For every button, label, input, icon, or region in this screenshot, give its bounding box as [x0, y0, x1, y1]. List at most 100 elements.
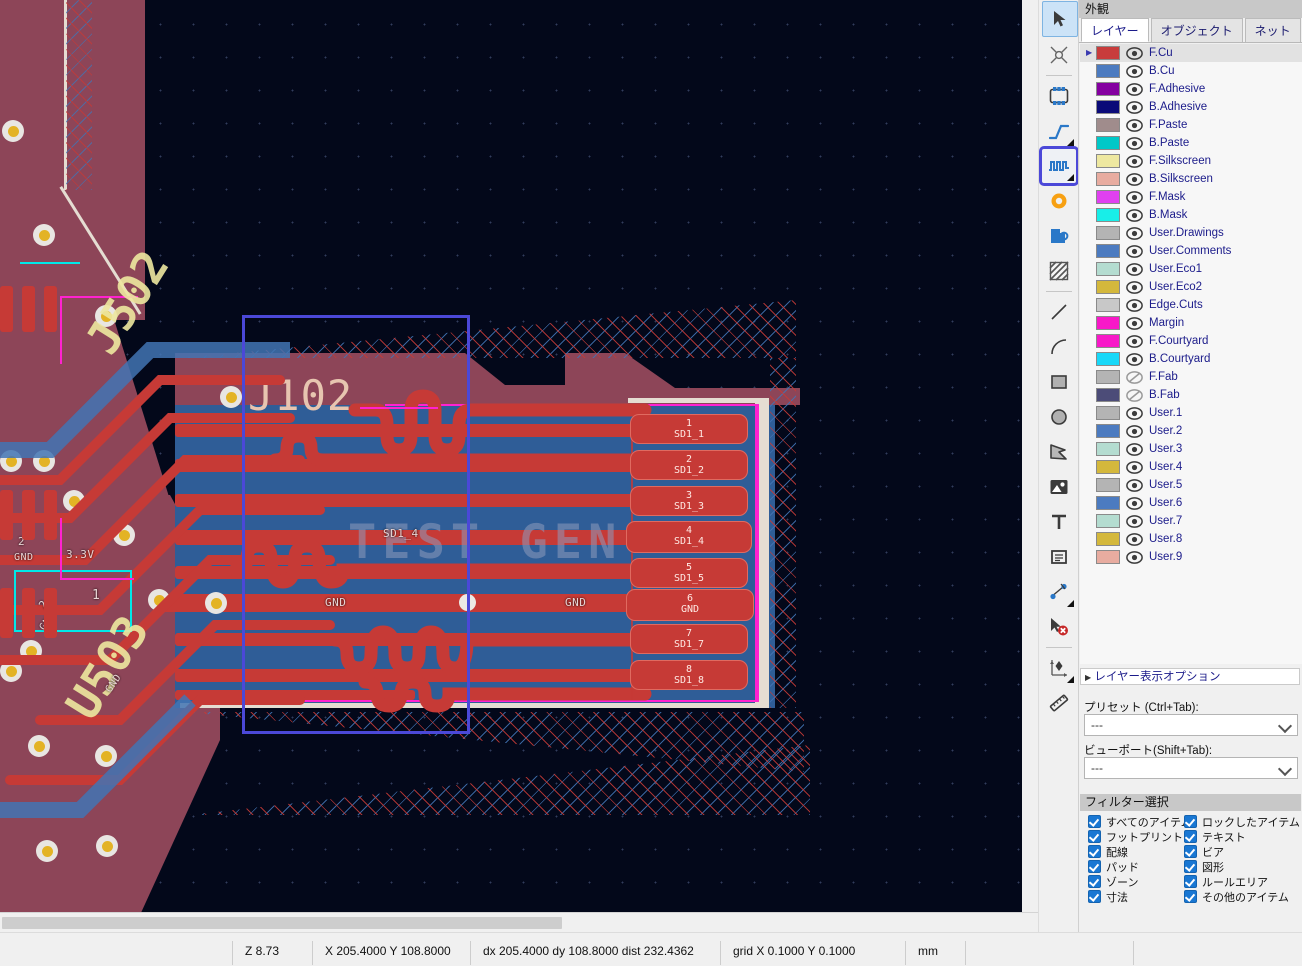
layer-color-swatch[interactable] — [1096, 136, 1120, 150]
layer-row-f-courtyard[interactable]: F.Courtyard — [1080, 332, 1302, 350]
layer-row-b-mask[interactable]: B.Mask — [1080, 206, 1302, 224]
layer-row-b-paste[interactable]: B.Paste — [1080, 134, 1302, 152]
eye-visible-icon[interactable] — [1126, 442, 1143, 456]
add-textbox-tool[interactable] — [1042, 540, 1076, 574]
delete-tool[interactable] — [1042, 610, 1076, 644]
layer-row-user-2[interactable]: User.2 — [1080, 422, 1302, 440]
layer-row-user-4[interactable]: User.4 — [1080, 458, 1302, 476]
layer-color-swatch[interactable] — [1096, 316, 1120, 330]
right-toolbar[interactable] — [1038, 0, 1079, 932]
pcb-canvas[interactable]: 1 SD1_1 2 SD1_2 3 SD1_3 4 SD1_4 5 SD1_5 … — [0, 0, 1038, 912]
filter-checkbox-right-3[interactable]: 図形 — [1184, 859, 1300, 874]
layer-row-margin[interactable]: Margin — [1080, 314, 1302, 332]
route-track-tool[interactable] — [1042, 114, 1076, 148]
canvas-vertical-scrollbar[interactable] — [1022, 0, 1038, 912]
layer-color-swatch[interactable] — [1096, 406, 1120, 420]
eye-visible-icon[interactable] — [1126, 406, 1143, 420]
layer-row-f-adhesive[interactable]: F.Adhesive — [1080, 80, 1302, 98]
layer-color-swatch[interactable] — [1096, 82, 1120, 96]
layer-row-user-6[interactable]: User.6 — [1080, 494, 1302, 512]
preset-combobox[interactable]: --- — [1084, 714, 1298, 736]
layer-row-b-fab[interactable]: B.Fab — [1080, 386, 1302, 404]
eye-visible-icon[interactable] — [1126, 190, 1143, 204]
layer-row-f-silkscreen[interactable]: F.Silkscreen — [1080, 152, 1302, 170]
layer-row-user-5[interactable]: User.5 — [1080, 476, 1302, 494]
layer-row-f-cu[interactable]: ▶ F.Cu — [1080, 44, 1302, 62]
layer-row-b-cu[interactable]: B.Cu — [1080, 62, 1302, 80]
checkbox-icon[interactable] — [1184, 845, 1197, 858]
eye-visible-icon[interactable] — [1126, 298, 1143, 312]
layer-color-swatch[interactable] — [1096, 424, 1120, 438]
eye-visible-icon[interactable] — [1126, 424, 1143, 438]
layer-row-user-3[interactable]: User.3 — [1080, 440, 1302, 458]
tab-objects[interactable]: オブジェクト — [1150, 18, 1243, 42]
eye-visible-icon[interactable] — [1126, 532, 1143, 546]
measure-tool[interactable] — [1042, 686, 1076, 720]
canvas-horizontal-scrollbar[interactable] — [0, 912, 1038, 932]
filter-checkbox-left-3[interactable]: パッド — [1088, 859, 1192, 874]
draw-arc-tool[interactable] — [1042, 330, 1076, 364]
layer-color-swatch[interactable] — [1096, 388, 1120, 402]
pad-2[interactable]: 2 SD1_2 — [630, 450, 748, 480]
tab-nets[interactable]: ネット — [1244, 18, 1301, 42]
eye-visible-icon[interactable] — [1126, 136, 1143, 150]
checkbox-icon[interactable] — [1184, 875, 1197, 888]
place-image-tool[interactable] — [1042, 470, 1076, 504]
layer-row-user-eco2[interactable]: User.Eco2 — [1080, 278, 1302, 296]
filter-checkbox-left-4[interactable]: ゾーン — [1088, 874, 1192, 889]
eye-hidden-icon[interactable] — [1126, 370, 1143, 384]
layer-color-swatch[interactable] — [1096, 64, 1120, 78]
pad-8[interactable]: 8 SD1_8 — [630, 660, 748, 690]
through-hole-pad[interactable] — [2, 120, 24, 142]
layer-color-swatch[interactable] — [1096, 46, 1120, 60]
layer-list[interactable]: ▶ F.Cu B.Cu F.Adhesive B.Adhesive F.Paste B.Pa… — [1080, 44, 1302, 664]
through-hole-pad[interactable] — [96, 835, 118, 857]
pad-5[interactable]: 5 SD1_5 — [630, 558, 748, 588]
highlight-net-tool[interactable] — [1042, 38, 1076, 72]
filter-checkbox-right-4[interactable]: ルールエリア — [1184, 874, 1300, 889]
pad-6[interactable]: 6 GND — [626, 589, 754, 621]
filter-checkbox-right-1[interactable]: テキスト — [1184, 829, 1300, 844]
filter-checkbox-right-5[interactable]: その他のアイテム — [1184, 889, 1300, 904]
pad-3[interactable]: 3 SD1_3 — [630, 486, 748, 516]
layer-row-user-9[interactable]: User.9 — [1080, 548, 1302, 566]
eye-visible-icon[interactable] — [1126, 82, 1143, 96]
through-hole-pad[interactable] — [36, 840, 58, 862]
layer-color-swatch[interactable] — [1096, 334, 1120, 348]
layer-row-user-drawings[interactable]: User.Drawings — [1080, 224, 1302, 242]
filter-checkbox-left-1[interactable]: フットプリント — [1088, 829, 1192, 844]
layer-color-swatch[interactable] — [1096, 352, 1120, 366]
select-tool[interactable] — [1042, 1, 1078, 37]
checkbox-icon[interactable] — [1088, 830, 1101, 843]
eye-visible-icon[interactable] — [1126, 514, 1143, 528]
layer-color-swatch[interactable] — [1096, 478, 1120, 492]
eye-visible-icon[interactable] — [1126, 172, 1143, 186]
eye-visible-icon[interactable] — [1126, 496, 1143, 510]
horizontal-scroll-thumb[interactable] — [2, 917, 562, 929]
draw-polygon-tool[interactable] — [1042, 435, 1076, 469]
filter-checkbox-left-2[interactable]: 配線 — [1088, 844, 1192, 859]
checkbox-icon[interactable] — [1088, 860, 1101, 873]
eye-visible-icon[interactable] — [1126, 478, 1143, 492]
place-footprint-tool[interactable] — [1042, 79, 1076, 113]
eye-visible-icon[interactable] — [1126, 208, 1143, 222]
eye-visible-icon[interactable] — [1126, 64, 1143, 78]
set-origin-tool[interactable] — [1042, 651, 1076, 685]
checkbox-icon[interactable] — [1088, 815, 1101, 828]
panel-tabs[interactable]: レイヤー オブジェクト ネット — [1079, 18, 1302, 43]
add-text-tool[interactable] — [1042, 505, 1076, 539]
eye-visible-icon[interactable] — [1126, 244, 1143, 258]
filter-checkbox-left-0[interactable]: すべてのアイテム — [1088, 814, 1192, 829]
pcb-canvas-area[interactable]: 1 SD1_1 2 SD1_2 3 SD1_3 4 SD1_4 5 SD1_5 … — [0, 0, 1038, 932]
eye-visible-icon[interactable] — [1126, 46, 1143, 60]
draw-rectangle-tool[interactable] — [1042, 365, 1076, 399]
filter-checkbox-left-5[interactable]: 寸法 — [1088, 889, 1192, 904]
layer-color-swatch[interactable] — [1096, 514, 1120, 528]
layer-row-user-comments[interactable]: User.Comments — [1080, 242, 1302, 260]
layer-row-user-eco1[interactable]: User.Eco1 — [1080, 260, 1302, 278]
layer-color-swatch[interactable] — [1096, 208, 1120, 222]
eye-hidden-icon[interactable] — [1126, 388, 1143, 402]
add-via-tool[interactable] — [1042, 184, 1076, 218]
filter-checkbox-right-2[interactable]: ビア — [1184, 844, 1300, 859]
layer-color-swatch[interactable] — [1096, 262, 1120, 276]
